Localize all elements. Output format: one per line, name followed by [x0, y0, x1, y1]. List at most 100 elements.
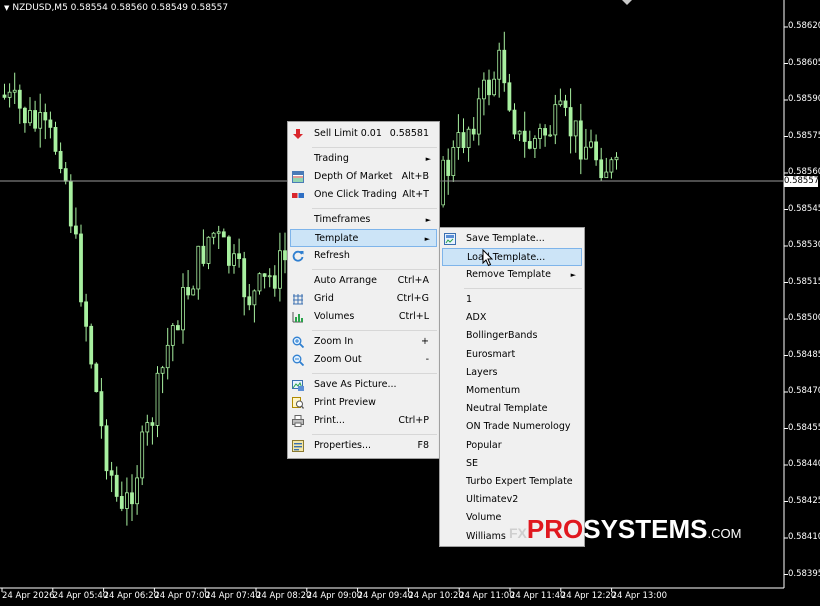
menu-item-label: Volumes	[314, 311, 355, 322]
template-item[interactable]: BollingerBands	[442, 327, 582, 345]
y-axis-label: 0.58455	[788, 422, 820, 433]
menu-separator	[312, 434, 437, 435]
menu-item-print-preview[interactable]: Print Preview	[290, 394, 437, 412]
menu-item-volumes[interactable]: Volumes Ctrl+L	[290, 308, 437, 326]
candle-body	[594, 141, 598, 161]
menu-item-label: Turbo Expert Template	[466, 476, 573, 487]
candle-body	[63, 168, 68, 182]
candle-body	[94, 363, 99, 393]
candle-body	[125, 492, 129, 509]
x-axis-label: 24 Apr 07:00	[154, 591, 210, 601]
menu-item-label: Auto Arrange	[314, 275, 377, 286]
candle-body	[211, 232, 216, 238]
mouse-cursor-icon	[482, 249, 494, 267]
candle-body	[226, 236, 231, 266]
candle-body	[7, 91, 12, 98]
template-item[interactable]: ADX	[442, 309, 582, 327]
candle-body	[68, 180, 73, 227]
candle-body	[492, 78, 497, 96]
x-axis-label: 24 Apr 12:20	[560, 591, 617, 601]
candle-body	[242, 258, 247, 298]
template-item[interactable]: Ultimatev2	[442, 491, 582, 509]
submenu-item-remove-template[interactable]: Remove Template ►	[442, 266, 582, 284]
candle-body	[487, 79, 491, 96]
template-item[interactable]: SE	[442, 455, 582, 473]
candle-body	[522, 130, 527, 142]
menu-item-label: One Click Trading	[314, 189, 397, 200]
candle-body	[599, 159, 604, 179]
template-item[interactable]: Popular	[442, 437, 582, 455]
candle-body	[527, 141, 532, 149]
menu-item-label: Load Template...	[467, 252, 546, 263]
submenu-item-load-template[interactable]: Load Template...	[442, 248, 582, 266]
candle-body	[17, 89, 22, 109]
menu-item-auto-arrange[interactable]: Auto Arrange Ctrl+A	[290, 272, 437, 290]
menu-item-label: Trading	[314, 153, 349, 164]
template-item[interactable]: Momentum	[442, 382, 582, 400]
candle-body	[609, 159, 614, 173]
candle-body	[471, 128, 476, 135]
candle-body	[135, 477, 140, 505]
candle-body	[446, 159, 451, 176]
template-item[interactable]: Turbo Expert Template	[442, 473, 582, 491]
current-price-badge: 0.58557	[784, 176, 820, 187]
menu-item-label: BollingerBands	[466, 330, 538, 342]
watermark-systems: SYSTEMS	[583, 514, 708, 544]
watermark-com: .COM	[707, 526, 742, 541]
chart-header-arrow-icon[interactable]: ▼	[4, 4, 9, 12]
menu-item-save-as-picture[interactable]: Save As Picture...	[290, 376, 437, 394]
candle-body	[12, 89, 17, 93]
menu-item-print[interactable]: Print... Ctrl+P	[290, 412, 437, 430]
menu-item-label: Volume	[466, 512, 502, 524]
candle-body	[99, 391, 104, 427]
candle-body	[558, 100, 563, 106]
candle-body	[553, 104, 558, 136]
menu-item-label: Popular	[466, 439, 502, 451]
menu-item-refresh[interactable]: Refresh	[290, 247, 437, 265]
y-axis-label: 0.58590	[788, 94, 820, 104]
x-axis-label: 24 Apr 11:00	[459, 591, 515, 601]
candle-body	[191, 288, 196, 296]
menu-item-label: Ultimatev2	[466, 494, 519, 506]
template-item[interactable]: Layers	[442, 364, 582, 382]
candle-body	[196, 245, 201, 290]
x-axis-label: 24 Apr 06:20	[103, 591, 160, 601]
menu-item-sell-limit[interactable]: Sell Limit 0.01 0.58581	[290, 125, 437, 143]
template-item[interactable]: Eurosmart	[442, 346, 582, 364]
menu-item-label: Timeframes	[314, 214, 371, 225]
menu-item-shortcut: Alt+T	[402, 189, 429, 200]
y-axis-label: 0.58440	[788, 459, 820, 469]
candle-body	[538, 128, 542, 139]
candle-body	[22, 107, 27, 124]
chart-header: ▼ NZDUSD,M5 0.58554 0.58560 0.58549 0.585…	[4, 3, 228, 13]
candle-body	[232, 253, 236, 266]
menu-item-zoom-out[interactable]: Zoom Out -	[290, 351, 437, 369]
menu-item-shortcut: Alt+B	[401, 171, 429, 182]
candle-body	[221, 231, 226, 238]
menu-separator	[312, 208, 437, 209]
x-axis-label: 24 Apr 09:40	[357, 591, 414, 601]
candle-body	[481, 79, 486, 100]
menu-item-grid[interactable]: Grid Ctrl+G	[290, 290, 437, 308]
menu-item-zoom-in[interactable]: Zoom In +	[290, 333, 437, 351]
template-item[interactable]: ON Trade Numerology	[442, 418, 582, 436]
menu-item-trading[interactable]: Trading ►	[290, 150, 437, 168]
template-item[interactable]: 1	[442, 291, 582, 309]
template-item[interactable]: Neutral Template	[442, 400, 582, 418]
candle-body	[38, 112, 43, 129]
menu-item-timeframes[interactable]: Timeframes ►	[290, 211, 437, 229]
menu-item-shortcut: Ctrl+A	[397, 275, 429, 286]
chart-shift-marker[interactable]	[622, 0, 632, 5]
template-submenu: Save Template... Load Template... Remove…	[439, 227, 585, 547]
candle-body	[28, 110, 32, 124]
submenu-item-save-template[interactable]: Save Template...	[442, 230, 582, 248]
grid-icon	[293, 294, 303, 305]
menu-item-one-click-trading[interactable]: One Click Trading Alt+T	[290, 186, 437, 204]
x-axis-label: 24 Apr 13:00	[611, 591, 668, 601]
menu-item-depth-of-market[interactable]: Depth Of Market Alt+B	[290, 168, 437, 186]
menu-item-template[interactable]: Template ►	[290, 229, 437, 247]
menu-item-properties[interactable]: Properties... F8	[290, 437, 437, 455]
candle-body	[272, 275, 277, 289]
zoom-in-icon	[292, 336, 304, 348]
menu-item-label: Zoom Out	[314, 354, 362, 365]
